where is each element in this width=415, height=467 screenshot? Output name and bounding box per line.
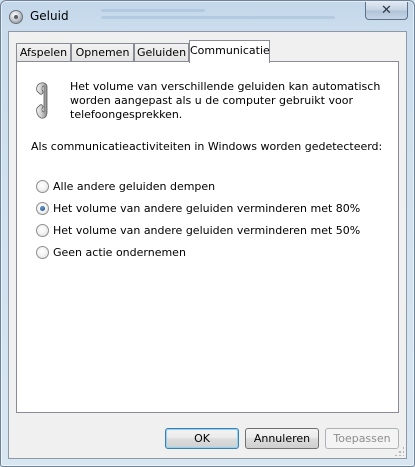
option-reduce-80[interactable]: Het volume van andere geluiden verminder… — [36, 200, 360, 216]
background-window-ghost — [101, 9, 361, 25]
tab-communicatie[interactable]: Communicatie — [189, 40, 270, 63]
close-button[interactable]: ✕ — [365, 2, 408, 20]
window-title: Geluid — [30, 9, 69, 23]
close-icon: ✕ — [381, 3, 392, 18]
dialog-client-area: Afspelen Opnemen Geluiden Communicatie H… — [8, 31, 407, 459]
communication-description: Het volume van verschillende geluiden ka… — [70, 80, 381, 121]
option-no-action[interactable]: Geen actie ondernemen — [36, 244, 186, 260]
telephone-icon — [36, 82, 48, 119]
radio-reduce-50[interactable] — [36, 223, 49, 237]
apply-button[interactable]: Toepassen — [325, 428, 399, 449]
radio-mute-all[interactable] — [36, 179, 49, 193]
cancel-button[interactable]: Annuleren — [245, 428, 319, 449]
option-label: Het volume van andere geluiden verminder… — [53, 223, 361, 237]
tab-afspelen[interactable]: Afspelen — [16, 43, 71, 62]
tab-opnemen[interactable]: Opnemen — [71, 43, 134, 62]
speaker-icon — [9, 10, 23, 24]
tab-geluiden[interactable]: Geluiden — [134, 43, 189, 62]
communication-panel: Het volume van verschillende geluiden ka… — [16, 61, 399, 413]
option-mute-all[interactable]: Alle andere geluiden dempen — [36, 178, 215, 194]
radio-no-action[interactable] — [36, 245, 49, 259]
option-label: Geen actie ondernemen — [53, 245, 186, 259]
sound-dialog-window: Geluid ✕ Afspelen Opnemen Geluiden Commu… — [0, 0, 415, 467]
radio-reduce-80[interactable] — [36, 201, 49, 215]
title-bar[interactable]: Geluid ✕ — [1, 1, 414, 31]
detected-label: Als communicatieactiviteiten in Windows … — [31, 140, 383, 153]
ok-button[interactable]: OK — [165, 428, 239, 449]
option-label: Het volume van andere geluiden verminder… — [53, 201, 361, 215]
option-reduce-50[interactable]: Het volume van andere geluiden verminder… — [36, 222, 360, 238]
option-label: Alle andere geluiden dempen — [53, 179, 216, 193]
